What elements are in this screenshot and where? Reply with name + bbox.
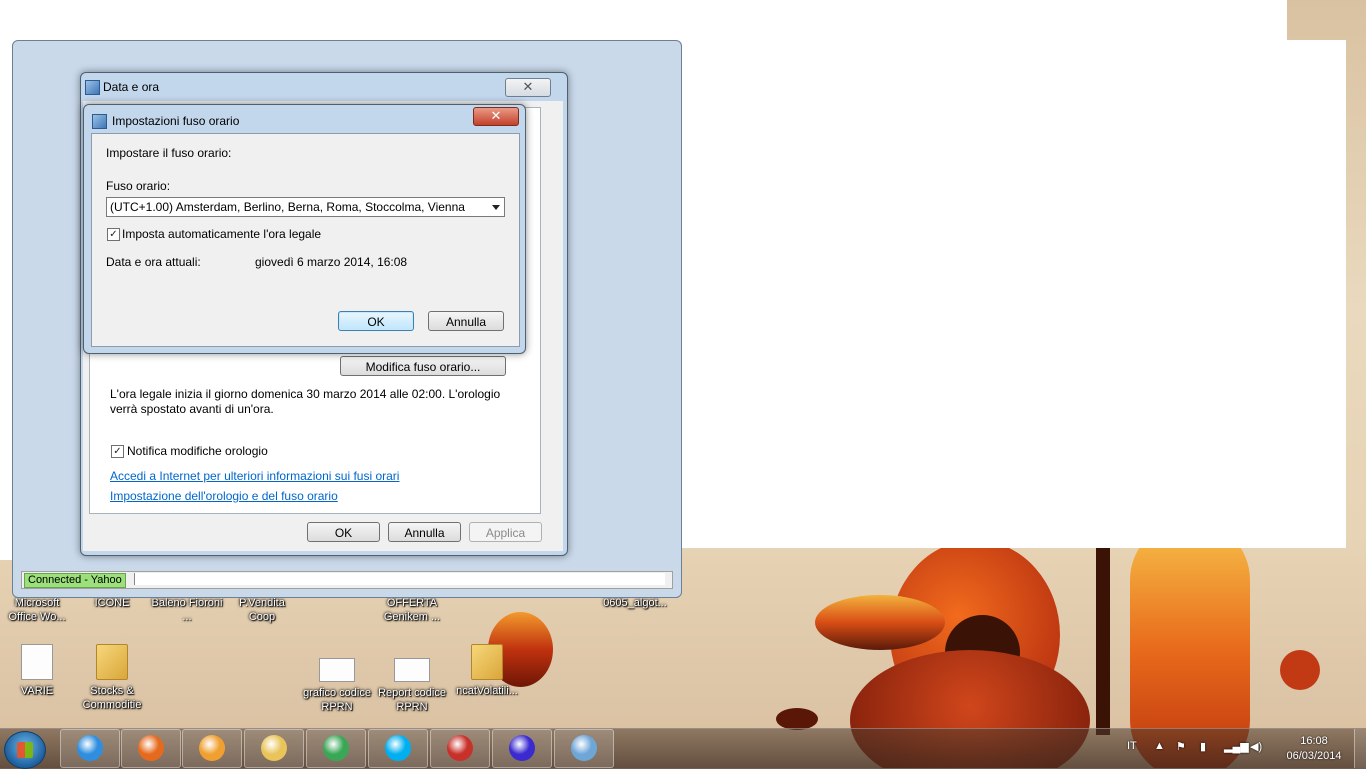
action-center-flag-icon[interactable]: ⚑ (1176, 740, 1186, 753)
close-button[interactable]: ✕ (505, 78, 551, 97)
current-datetime-label: Data e ora attuali: (106, 255, 201, 269)
notify-checkbox-label: Notifica modifiche orologio (127, 444, 268, 458)
firefox-icon (138, 735, 164, 761)
document-icon (394, 658, 430, 682)
clock-settings-icon (92, 114, 107, 129)
timezone-select[interactable]: (UTC+1.00) Amsterdam, Berlino, Berna, Ro… (106, 197, 505, 217)
clock-time: 16:08 (1300, 735, 1328, 747)
desktop-icon-volatili[interactable]: ncatVolatili... (450, 644, 524, 698)
internet-explorer-icon (77, 735, 103, 761)
ok-button[interactable]: OK (338, 311, 414, 331)
taskbar-button-calendar-clock[interactable] (554, 729, 614, 768)
desktop-icon-baleno[interactable]: Baleno Fioroni ... (150, 596, 224, 624)
status-field (134, 573, 665, 585)
dialog-title: Impostazioni fuso orario (112, 114, 240, 128)
blank-region (568, 40, 1346, 548)
timezone-heading: Impostare il fuso orario: (106, 146, 232, 160)
desktop-icon-label: Stocks & Commoditie (82, 685, 142, 711)
network-icon[interactable]: ▂▄▆ (1224, 740, 1249, 753)
system-clock[interactable]: 16:08 06/03/2014 (1276, 734, 1352, 764)
desktop-icon-icone[interactable]: ICONE (75, 596, 149, 610)
change-timezone-button[interactable]: Modifica fuso orario... (340, 356, 506, 376)
wallpaper-blob (1280, 650, 1320, 690)
app-purple-icon (509, 735, 535, 761)
cancel-button[interactable]: Annulla (388, 522, 461, 542)
dialog-title: Data e ora (103, 80, 160, 94)
desktop-icon-label: Baleno Fioroni ... (151, 597, 223, 623)
clock-settings-link[interactable]: Impostazione dell'orologio e del fuso or… (110, 489, 338, 503)
desktop-icon-label: Microsoft Office Wo... (8, 597, 66, 623)
desktop-icon-algot[interactable]: 0605_algot... (598, 596, 672, 610)
app-red-icon (447, 735, 473, 761)
taskbar-button-media-player[interactable] (182, 729, 242, 768)
chrome-icon (323, 735, 349, 761)
windows-logo-icon (17, 742, 33, 758)
taskbar-button-skype[interactable] (368, 729, 428, 768)
file-explorer-icon (261, 735, 287, 761)
start-button[interactable] (4, 731, 46, 769)
power-icon[interactable]: ▮ (1200, 740, 1206, 753)
timezone-select-value: (UTC+1.00) Amsterdam, Berlino, Berna, Ro… (110, 200, 465, 214)
cancel-button[interactable]: Annulla (428, 311, 504, 331)
desktop-icon-report[interactable]: Report codice RPRN (375, 658, 449, 714)
desktop-icon-label: grafico codice RPRN (303, 687, 371, 713)
media-player-icon (199, 735, 225, 761)
show-hidden-icons[interactable]: ▲ (1154, 740, 1165, 752)
wallpaper-blob (1096, 545, 1110, 735)
clock-date: 06/03/2014 (1286, 750, 1342, 762)
calendar-clock-icon (571, 735, 597, 761)
desktop-icon-label: 0605_algot... (603, 597, 667, 609)
internet-info-link[interactable]: Accedi a Internet per ulteriori informaz… (110, 469, 399, 483)
taskbar-button-file-explorer[interactable] (244, 729, 304, 768)
show-desktop-button[interactable] (1354, 729, 1366, 768)
folder-icon (471, 644, 503, 680)
clock-settings-icon (85, 80, 100, 95)
desktop-icon-label: ncatVolatili... (456, 685, 518, 697)
document-icon (21, 644, 53, 680)
desktop-icon-label: P.Vendita Coop (239, 597, 285, 623)
desktop-icon-label: ICONE (94, 597, 130, 609)
desktop-icon-grafico[interactable]: grafico codice RPRN (300, 658, 374, 714)
taskbar-button-chrome[interactable] (306, 729, 366, 768)
status-bar: Connected - Yahoo (21, 571, 673, 589)
ok-button[interactable]: OK (307, 522, 380, 542)
wallpaper-blob (776, 708, 818, 730)
desktop-icon-label: OFFERTA Genikem ... (383, 597, 441, 623)
current-datetime-value: giovedì 6 marzo 2014, 16:08 (255, 255, 408, 269)
language-indicator[interactable]: IT (1127, 740, 1137, 752)
timezone-label: Fuso orario: (106, 179, 171, 193)
dialog-body: Impostare il fuso orario: Fuso orario: (… (91, 133, 520, 347)
skype-icon (385, 735, 411, 761)
auto-dst-label: Imposta automaticamente l'ora legale (122, 227, 322, 241)
close-button[interactable]: ✕ (473, 107, 519, 126)
desktop-icon-pvendita[interactable]: P.Vendita Coop (225, 596, 299, 624)
wallpaper-blob (815, 595, 945, 650)
blank-region (1287, 40, 1346, 543)
desktop-icon-stocks[interactable]: Stocks & Commoditie (75, 644, 149, 712)
folder-icon (96, 644, 128, 680)
auto-dst-checkbox[interactable]: ✓ (107, 228, 120, 241)
connection-status: Connected - Yahoo (24, 573, 126, 588)
document-icon (319, 658, 355, 682)
dst-info-text: L'ora legale inizia il giorno domenica 3… (110, 387, 501, 416)
volume-icon[interactable]: ◀) (1250, 740, 1262, 753)
desktop-icon-word[interactable]: Microsoft Office Wo... (0, 596, 74, 624)
chevron-down-icon (492, 205, 500, 210)
apply-button[interactable]: Applica (469, 522, 542, 542)
taskbar-button-app-purple[interactable] (492, 729, 552, 768)
desktop-icon-offerta[interactable]: OFFERTA Genikem ... (375, 596, 449, 624)
timezone-dialog: Impostazioni fuso orario ✕ Impostare il … (83, 104, 526, 354)
taskbar-button-firefox[interactable] (121, 729, 181, 768)
taskbar-button-app-red[interactable] (430, 729, 490, 768)
desktop-icon-label: Report codice RPRN (378, 687, 446, 713)
notify-checkbox[interactable]: ✓ (111, 445, 124, 458)
desktop-icon-varie[interactable]: VARIE (0, 644, 74, 698)
desktop-icon-label: VARIE (20, 685, 54, 697)
taskbar-button-internet-explorer[interactable] (60, 729, 120, 768)
